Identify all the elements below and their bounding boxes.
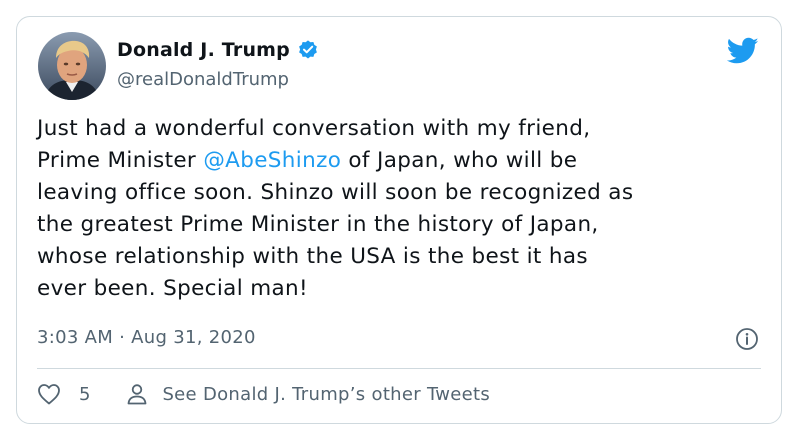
tweet-time[interactable]: 3:03 AM xyxy=(37,327,113,348)
heart-icon[interactable] xyxy=(37,383,61,405)
tweet-timestamp[interactable]: 3:03 AM · Aug 31, 2020 xyxy=(37,327,256,348)
person-icon[interactable] xyxy=(126,383,148,405)
meta-separator: · xyxy=(119,327,126,348)
tweet-text: Just had a wonderful conversation with m… xyxy=(37,113,767,305)
author-name-row[interactable]: Donald J. Trump xyxy=(117,39,319,61)
tweet-line: Just had a wonderful conversation with m… xyxy=(37,116,591,141)
tweet-card: Donald J. Trump @realDonaldTrump Just ha… xyxy=(16,16,782,424)
tweet-line: ever been. Special man! xyxy=(37,276,308,301)
info-icon[interactable] xyxy=(735,327,759,351)
tweet-date[interactable]: Aug 31, 2020 xyxy=(131,327,256,348)
tweet-text-segment: of Japan, who will be xyxy=(341,148,578,173)
avatar-image xyxy=(38,32,106,100)
divider xyxy=(37,368,761,369)
tweet-line: whose relationship with the USA is the b… xyxy=(37,244,588,269)
mention-link[interactable]: @AbeShinzo xyxy=(203,148,341,173)
like-count[interactable]: 5 xyxy=(79,384,90,405)
tweet-line: leaving office soon. Shinzo will soon be… xyxy=(37,180,634,205)
tweet-text-segment: Prime Minister xyxy=(37,148,204,173)
tweet-line: Prime Minister @AbeShinzo of Japan, who … xyxy=(37,145,767,177)
verified-badge-icon xyxy=(297,39,319,61)
author-handle[interactable]: @realDonaldTrump xyxy=(117,69,289,90)
avatar[interactable] xyxy=(38,32,106,100)
tweet-line: the greatest Prime Minister in the histo… xyxy=(37,212,599,237)
tweet-actions: 5 See Donald J. Trump’s other Tweets xyxy=(37,383,490,405)
twitter-bird-icon[interactable] xyxy=(726,37,759,65)
see-other-tweets-link[interactable]: See Donald J. Trump’s other Tweets xyxy=(162,384,490,405)
author-display-name[interactable]: Donald J. Trump xyxy=(117,39,290,61)
